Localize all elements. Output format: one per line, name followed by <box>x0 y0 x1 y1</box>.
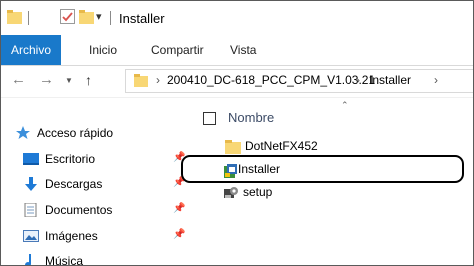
document-icon <box>23 202 39 218</box>
file-row-setup[interactable]: setup <box>191 182 473 204</box>
up-arrow-icon[interactable]: ↑ <box>85 72 92 88</box>
sidebar-item-label: Música <box>45 254 84 266</box>
sort-ascending-icon: ⌃ <box>341 100 349 110</box>
select-all-checkbox[interactable] <box>203 112 216 125</box>
back-arrow-icon[interactable]: ← <box>11 71 26 88</box>
explorer-window: ▾ Installer Archivo Inicio Compartir Vis… <box>0 0 474 266</box>
music-icon <box>23 254 39 265</box>
file-name: setup <box>243 185 273 199</box>
tab-inicio[interactable]: Inicio <box>89 35 117 65</box>
breadcrumb-separator-icon[interactable]: › <box>356 73 360 87</box>
window-title: Installer <box>119 11 165 26</box>
new-folder-icon[interactable] <box>79 10 94 24</box>
sidebar-item-label: Descargas <box>45 177 103 191</box>
tab-compartir[interactable]: Compartir <box>151 35 204 65</box>
sidebar-item-label: Imágenes <box>45 229 98 243</box>
breadcrumb-item-current[interactable]: Installer <box>369 73 411 87</box>
sidebar-item-descargas[interactable]: Descargas 📌 <box>23 175 185 195</box>
breadcrumb-item-parent[interactable]: 200410_DC-618_PCC_CPM_V1.03.21 <box>167 73 375 87</box>
download-icon <box>23 177 39 191</box>
sidebar-item-escritorio[interactable]: Escritorio 📌 <box>23 150 185 170</box>
sidebar-item-acceso-rapido[interactable]: Acceso rápido <box>15 124 185 144</box>
sidebar-item-label: Documentos <box>45 203 113 217</box>
image-icon <box>23 229 39 243</box>
folder-icon <box>225 140 241 154</box>
customize-toolbar-icon[interactable]: ▾ <box>96 10 102 23</box>
setup-icon <box>223 186 239 200</box>
folder-icon[interactable] <box>7 10 22 24</box>
sidebar-item-musica[interactable]: Música <box>23 252 183 266</box>
ribbon: Archivo Inicio Compartir Vista <box>1 35 473 66</box>
sidebar-item-label: Acceso rápido <box>37 126 114 140</box>
breadcrumb-separator-icon[interactable]: › <box>434 73 438 87</box>
highlight-outline <box>181 155 464 183</box>
star-icon <box>15 126 31 140</box>
file-name: DotNetFX452 <box>245 139 318 153</box>
recent-locations-chevron-icon[interactable]: ▼ <box>65 76 73 85</box>
tab-archivo[interactable]: Archivo <box>1 35 61 65</box>
sidebar-item-documentos[interactable]: Documentos 📌 <box>23 201 185 221</box>
breadcrumb-separator-icon[interactable]: › <box>156 73 160 87</box>
pin-icon[interactable]: 📌 <box>173 229 185 240</box>
pin-icon[interactable]: 📌 <box>173 203 185 214</box>
sidebar-item-imagenes[interactable]: Imágenes 📌 <box>23 227 185 247</box>
address-bar[interactable]: › 200410_DC-618_PCC_CPM_V1.03.21 › Insta… <box>125 69 473 93</box>
properties-icon[interactable] <box>60 9 75 24</box>
navigation-pane: Acceso rápido Escritorio 📌 Descargas 📌 D… <box>1 98 191 266</box>
folder-icon <box>134 74 148 87</box>
navigation-bar: ← → ▼ ↑ › 200410_DC-618_PCC_CPM_V1.03.21… <box>1 66 473 96</box>
sidebar-item-label: Escritorio <box>45 152 96 166</box>
forward-arrow-icon[interactable]: → <box>39 71 54 88</box>
desktop-icon <box>23 152 39 166</box>
tab-vista[interactable]: Vista <box>230 35 256 65</box>
title-bar: ▾ Installer <box>1 1 473 35</box>
column-header-name[interactable]: Nombre <box>228 110 274 125</box>
